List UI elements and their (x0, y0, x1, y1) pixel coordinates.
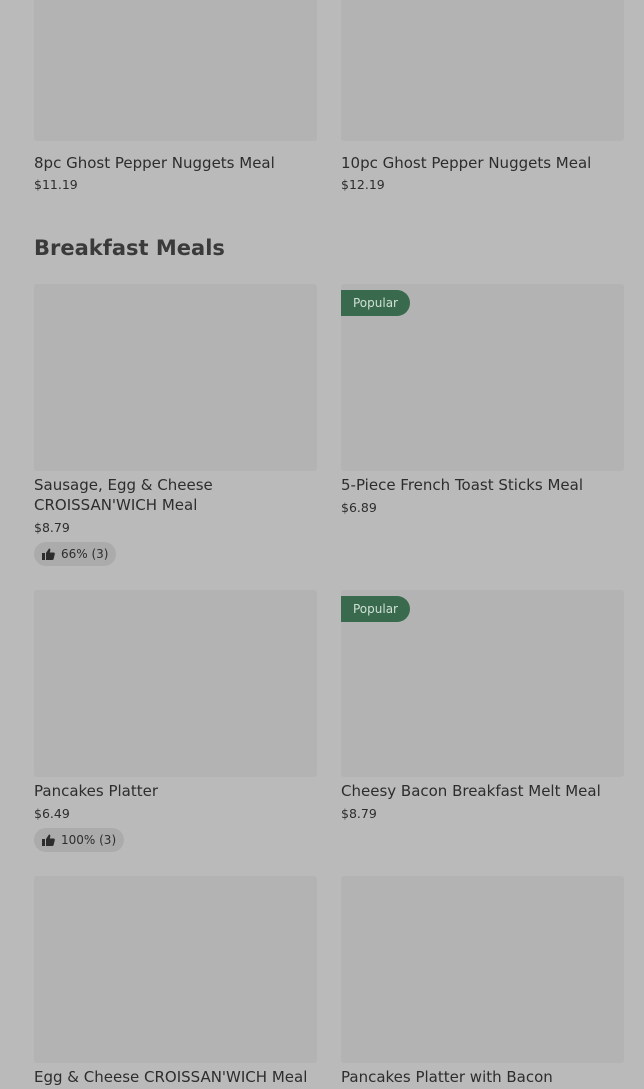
menu-item-card[interactable]: Pancakes Platter with Bacon (341, 876, 624, 1086)
item-name: 8pc Ghost Pepper Nuggets Meal (34, 154, 275, 172)
rating-text: 100% (3) (61, 833, 117, 847)
item-price: $6.49 (34, 806, 70, 821)
item-name: Egg & Cheese CROISSAN'WICH Meal (34, 1068, 308, 1086)
item-image (34, 0, 317, 141)
item-image: Popular (341, 590, 624, 777)
menu-item-card[interactable]: Sausage, Egg & Cheese CROISSAN'WICH Meal… (34, 284, 317, 566)
item-name: 5-Piece French Toast Sticks Meal (341, 476, 584, 494)
rating-text: 66% (3) (61, 547, 109, 561)
thumbs-up-icon (42, 548, 55, 560)
menu-item-card[interactable]: Egg & Cheese CROISSAN'WICH Meal (34, 876, 317, 1086)
item-image (341, 876, 624, 1063)
item-image: Popular (341, 284, 624, 471)
item-image (34, 590, 317, 777)
item-name-line2: CROISSAN'WICH Meal (34, 496, 198, 514)
item-price: $11.19 (34, 177, 78, 192)
thumbs-up-icon (42, 834, 55, 846)
rating-pill: 100% (3) (34, 828, 125, 852)
menu-item-card[interactable]: Popular Cheesy Bacon Breakfast Melt Meal… (341, 590, 624, 821)
item-image (34, 284, 317, 471)
item-price: $8.79 (34, 520, 70, 535)
item-name: Cheesy Bacon Breakfast Melt Meal (341, 782, 601, 800)
item-name-line1: Sausage, Egg & Cheese (34, 476, 213, 494)
item-image (341, 0, 624, 141)
popular-badge: Popular (341, 290, 410, 316)
item-price: $12.19 (341, 177, 385, 192)
menu-item-card[interactable]: Popular 5-Piece French Toast Sticks Meal… (341, 284, 624, 515)
menu-item-card[interactable]: 8pc Ghost Pepper Nuggets Meal $11.19 (34, 0, 317, 192)
rating-pill: 66% (3) (34, 542, 117, 566)
popular-badge: Popular (341, 596, 410, 622)
menu-item-card[interactable]: Pancakes Platter $6.49 100% (3) (34, 590, 317, 852)
item-price: $6.89 (341, 500, 377, 515)
item-image (34, 876, 317, 1063)
item-name: 10pc Ghost Pepper Nuggets Meal (341, 154, 592, 172)
item-price: $8.79 (341, 806, 377, 821)
section-title: Breakfast Meals (34, 236, 225, 260)
item-name: Pancakes Platter with Bacon (341, 1068, 553, 1086)
item-name: Pancakes Platter (34, 782, 159, 800)
menu-item-card[interactable]: 10pc Ghost Pepper Nuggets Meal $12.19 (341, 0, 624, 192)
menu-page: 8pc Ghost Pepper Nuggets Meal $11.19 10p… (0, 0, 644, 1089)
